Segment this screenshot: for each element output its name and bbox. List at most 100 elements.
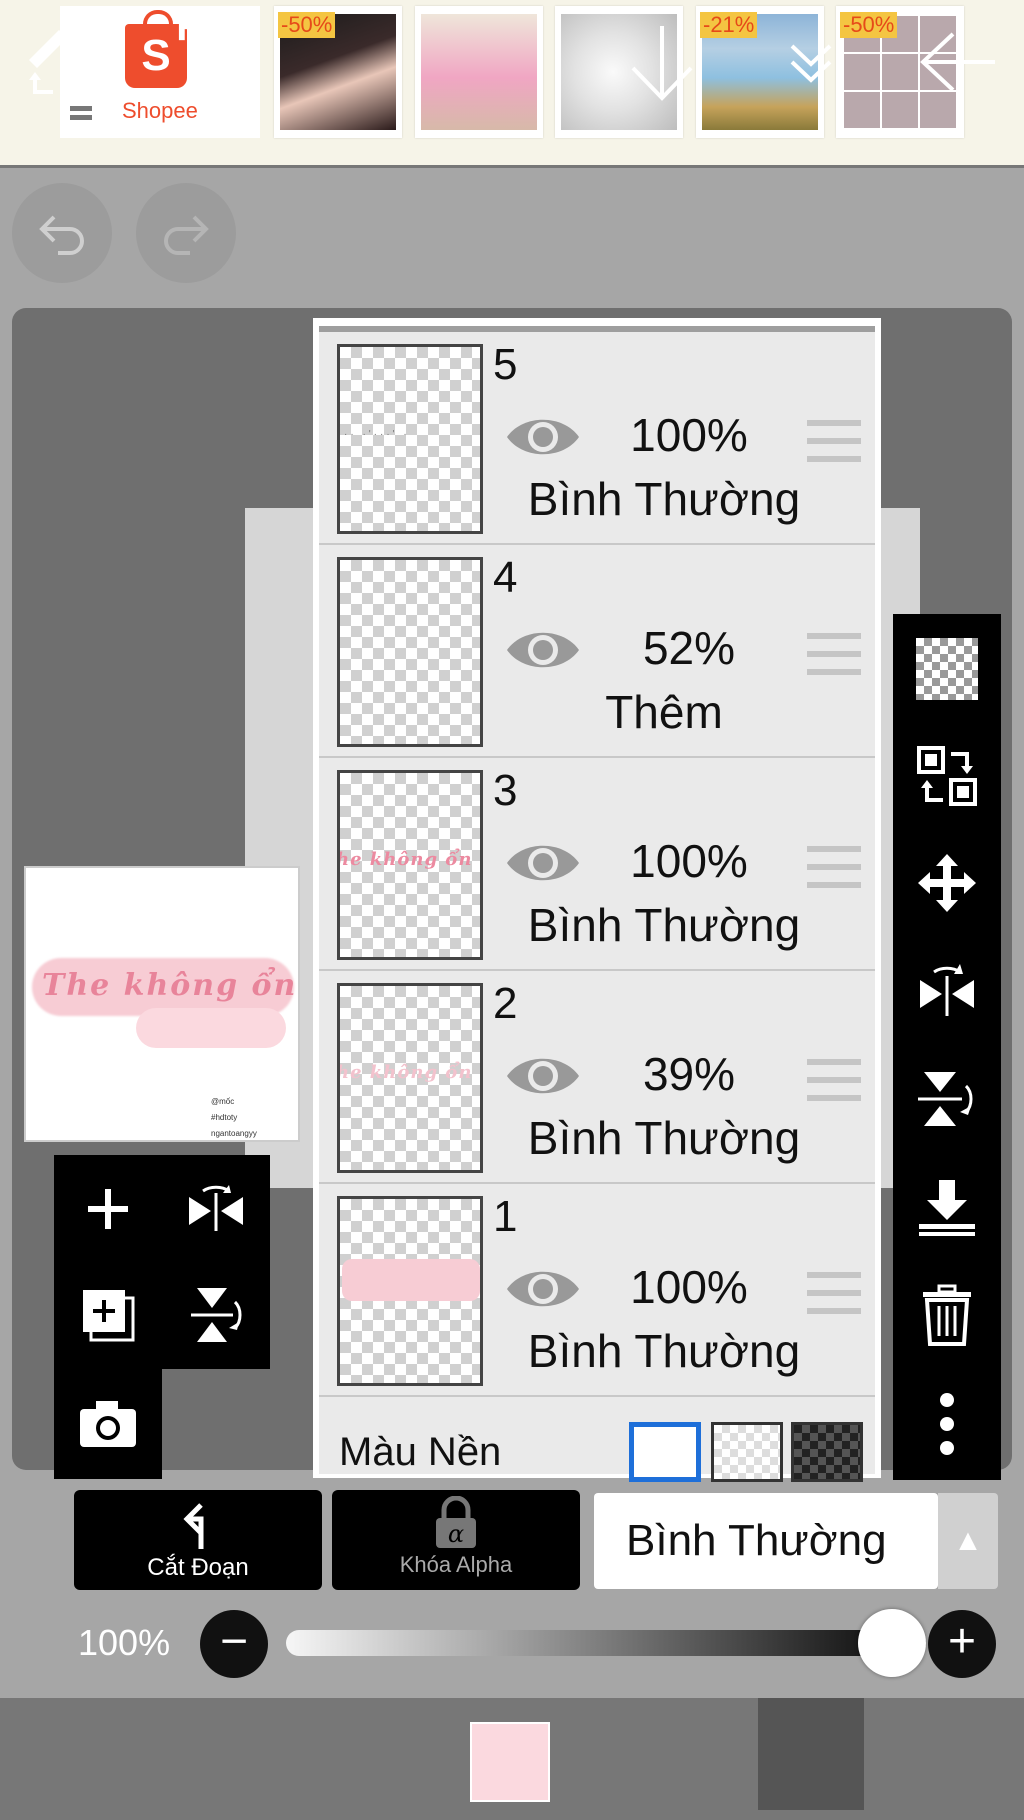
layers-list[interactable]: ·· ·'···' · 5 100% Bình Thường 4 52% Thê…	[319, 326, 875, 1482]
canvas-preview[interactable]: The không ổn @mốc #hdtoty ngantoangyy	[24, 866, 300, 1142]
camera-button[interactable]	[54, 1369, 162, 1476]
drag-handle-icon[interactable]	[807, 420, 861, 462]
drag-handle-icon[interactable]	[807, 1059, 861, 1101]
background-transparent-light-option[interactable]	[711, 1422, 783, 1482]
eye-icon[interactable]	[505, 412, 581, 462]
opacity-slider-knob[interactable]	[858, 1609, 926, 1677]
layer-row-1[interactable]: 1 100% Bình Thường	[319, 1184, 875, 1397]
thumbnail-brush	[342, 1259, 480, 1301]
ad-product-1[interactable]: -50%	[274, 6, 402, 138]
flip-vertical-button[interactable]	[893, 1046, 1001, 1154]
more-vertical-icon	[940, 1393, 954, 1455]
flip-vertical-icon	[191, 1288, 242, 1342]
layer-blend-mode: Bình Thường	[527, 473, 801, 525]
undo-button[interactable]	[12, 183, 112, 283]
duplicate-layer-button[interactable]	[54, 1262, 162, 1369]
minus-icon: −	[219, 1615, 249, 1668]
blend-mode-select[interactable]: Bình Thường	[594, 1493, 938, 1589]
merge-down-button[interactable]	[893, 1154, 1001, 1262]
ad-product-2[interactable]	[415, 6, 543, 138]
thumbnail-content: ·· ·'···' ·	[344, 429, 410, 440]
drag-handle-icon[interactable]	[807, 1272, 861, 1314]
layer-number: 5	[493, 340, 518, 389]
layer-thumbnail[interactable]	[337, 1196, 483, 1386]
background-transparent-dark-option[interactable]	[791, 1422, 863, 1482]
triangle-up-icon: ▲	[953, 1524, 983, 1557]
transparency-button[interactable]	[893, 614, 1001, 722]
layers-panel-toggle-button[interactable]	[770, 0, 852, 122]
layers-tab-highlight	[758, 1698, 864, 1810]
opacity-decrease-button[interactable]: −	[200, 1610, 268, 1678]
layer-thumbnail[interactable]: he không ổn	[337, 770, 483, 960]
background-color-row: Màu Nền	[319, 1410, 875, 1482]
add-layer-button[interactable]	[54, 1155, 162, 1262]
preview-credits: @mốc #hdtoty ngantoangyy	[211, 1097, 257, 1138]
layer-opacity: 39%	[642, 1048, 736, 1100]
layer-thumbnail[interactable]	[337, 557, 483, 747]
alpha-lock-button[interactable]: α Khóa Alpha	[332, 1490, 580, 1590]
background-white-option[interactable]	[629, 1422, 701, 1482]
ad-banner[interactable]: S Shopee -50% -21% -50%	[0, 0, 1024, 168]
flip-vertical-icon	[918, 1072, 973, 1126]
flip-horizontal-icon	[189, 1185, 243, 1231]
flip-horizontal-icon	[920, 964, 974, 1016]
trash-icon	[923, 1284, 971, 1346]
flip-horizontal-button[interactable]	[162, 1155, 270, 1262]
text-tool-button[interactable]: T	[170, 0, 250, 122]
back-button[interactable]	[914, 0, 1004, 122]
layer-thumbnail[interactable]: he không ổn	[337, 983, 483, 1173]
layer-thumbnail[interactable]: ·· ·'···' ·	[337, 344, 483, 534]
alpha-lock-label: Khóa Alpha	[399, 1552, 513, 1577]
layer-tools-panel	[54, 1155, 270, 1369]
background-label: Màu Nền	[339, 1430, 502, 1474]
current-color-swatch[interactable]	[470, 1722, 550, 1802]
move-icon	[918, 854, 976, 912]
layers-panel: ·· ·'···' · 5 100% Bình Thường 4 52% Thê…	[313, 318, 881, 1482]
clipping-button[interactable]: Cắt Đoạn	[74, 1490, 322, 1590]
layer-row-5[interactable]: ·· ·'···' · 5 100% Bình Thường	[319, 332, 875, 545]
opacity-increase-button[interactable]: +	[928, 1610, 996, 1678]
layer-blend-mode: Bình Thường	[527, 899, 801, 951]
preview-script-text: The không ổn	[42, 968, 298, 1003]
more-options-button[interactable]	[893, 1370, 1001, 1478]
layer-number: 1	[493, 1192, 518, 1241]
drag-handle-icon[interactable]	[807, 633, 861, 675]
layer-opacity: 100%	[630, 835, 748, 887]
lock-alpha-icon: α	[436, 1496, 476, 1548]
layer-row-4[interactable]: 4 52% Thêm	[319, 545, 875, 758]
layer-opacity: 52%	[642, 622, 736, 674]
swap-layer-icon	[917, 746, 977, 806]
brush-eraser-toggle-button[interactable]	[18, 0, 108, 122]
redo-button[interactable]	[136, 183, 236, 283]
swap-selection-button[interactable]	[893, 722, 1001, 830]
brush-eraser-icon	[29, 30, 99, 102]
eye-icon[interactable]	[505, 625, 581, 675]
move-button[interactable]	[893, 830, 1001, 938]
layer-number: 3	[493, 766, 518, 815]
thumbnail-script: he không ổn	[337, 849, 473, 870]
app-root: S Shopee -50% -21% -50% The không ổn @mố…	[0, 0, 1024, 1820]
eye-icon[interactable]	[505, 1051, 581, 1101]
flip-horizontal-button[interactable]	[893, 938, 1001, 1046]
layer-opacity: 100%	[630, 409, 748, 461]
delete-layer-button[interactable]	[893, 1262, 1001, 1370]
eye-icon[interactable]	[505, 1264, 581, 1314]
layer-row-2[interactable]: he không ổn 2 39% Bình Thường	[319, 971, 875, 1184]
text-tool-icon: T	[177, 5, 243, 117]
duplicate-layer-icon	[83, 1290, 135, 1342]
blend-mode-dropdown-button[interactable]: ▲	[938, 1493, 998, 1589]
product-image	[421, 14, 537, 130]
drag-handle-icon[interactable]	[807, 846, 861, 888]
merge-down-icon	[919, 1180, 975, 1236]
plus-icon: +	[947, 1615, 977, 1668]
thumbnail-script: he không ổn	[337, 1062, 473, 1083]
camera-tool-panel	[54, 1369, 162, 1479]
layer-row-3[interactable]: he không ổn 3 100% Bình Thường	[319, 758, 875, 971]
flip-vertical-button[interactable]	[162, 1262, 270, 1369]
scroll-down-button[interactable]	[622, 0, 702, 122]
layer-blend-mode: Bình Thường	[527, 1112, 801, 1164]
svg-text:α: α	[448, 1520, 464, 1548]
layer-blend-mode: Thêm	[605, 686, 723, 738]
eye-icon[interactable]	[505, 838, 581, 888]
opacity-slider-track[interactable]	[286, 1630, 926, 1656]
